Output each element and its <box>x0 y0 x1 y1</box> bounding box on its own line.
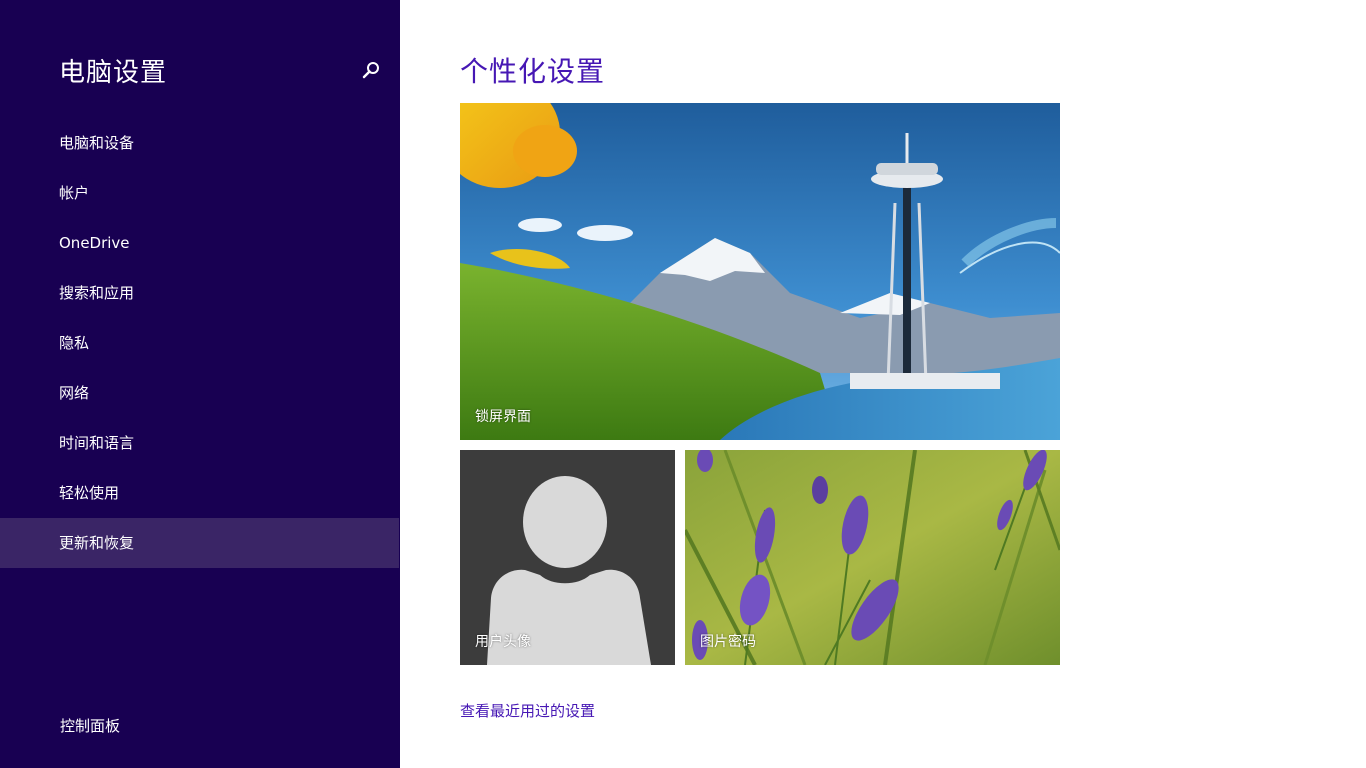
picture-password-tile[interactable]: 图片密码 <box>685 450 1060 665</box>
lock-screen-image <box>460 103 1060 440</box>
sidebar-item-pc-and-devices[interactable]: 电脑和设备 <box>0 118 399 168</box>
account-picture-label: 用户头像 <box>475 634 531 650</box>
account-picture-tile[interactable]: 用户头像 <box>460 450 675 665</box>
main-content: 个性化设置 锁屏界面 用户头像 图片密码 查看最近用过的设置 <box>400 0 1366 768</box>
picture-password-label: 图片密码 <box>700 634 756 650</box>
sidebar-item-onedrive[interactable]: OneDrive <box>0 218 399 268</box>
sidebar-item-update-and-recovery[interactable]: 更新和恢复 <box>0 518 399 568</box>
sidebar-item-search-and-apps[interactable]: 搜索和应用 <box>0 268 399 318</box>
search-button[interactable] <box>358 58 384 84</box>
sidebar-item-time-and-language[interactable]: 时间和语言 <box>0 418 399 468</box>
sidebar-item-network[interactable]: 网络 <box>0 368 399 418</box>
sidebar-item-privacy[interactable]: 隐私 <box>0 318 399 368</box>
sidebar-nav: 电脑和设备 帐户 OneDrive 搜索和应用 隐私 网络 时间和语言 轻松使用… <box>0 118 399 568</box>
sidebar: 电脑设置 电脑和设备 帐户 OneDrive 搜索和应用 隐私 网络 时间和语言… <box>0 0 400 768</box>
sidebar-title: 电脑设置 <box>59 58 168 88</box>
control-panel-link[interactable]: 控制面板 <box>60 715 120 736</box>
lock-screen-tile[interactable]: 锁屏界面 <box>460 103 1060 440</box>
search-icon <box>362 62 379 79</box>
lock-screen-label: 锁屏界面 <box>475 409 531 425</box>
page-title: 个性化设置 <box>460 55 606 88</box>
recent-settings-link[interactable]: 查看最近用过的设置 <box>460 700 595 721</box>
sidebar-item-ease-of-access[interactable]: 轻松使用 <box>0 468 399 518</box>
sidebar-item-accounts[interactable]: 帐户 <box>0 168 399 218</box>
